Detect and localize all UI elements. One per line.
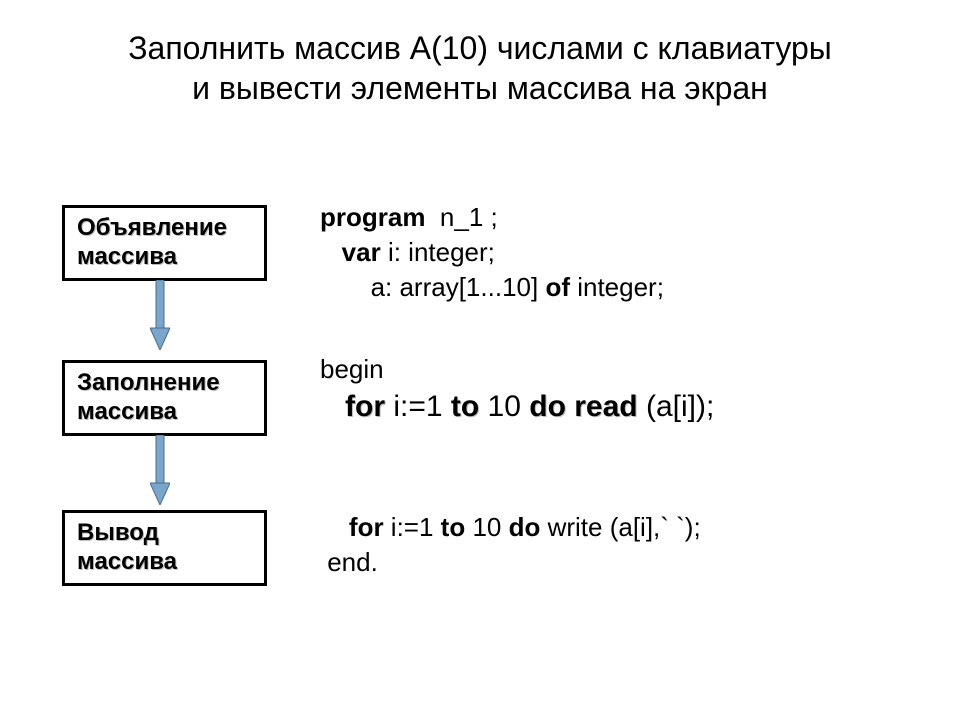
kw-var: var: [342, 237, 381, 267]
code2-tail: (a[i]);: [638, 390, 715, 423]
code1-t3: a: array[1...10]: [320, 272, 545, 302]
code3-t2: 10: [465, 512, 508, 542]
box3-line1: Вывод: [77, 519, 159, 546]
title-line-1: Заполнить массив А(10) числами с клавиат…: [128, 30, 832, 66]
kw-to-3: to: [441, 512, 466, 542]
box3-line2: массива: [77, 548, 177, 575]
box2-line1: Заполнение: [77, 369, 220, 396]
code-block-1: program n_1 ; var i: integer; a: array[1…: [320, 200, 664, 305]
code2-r1: i:=1: [385, 390, 451, 423]
box1-line1: Объявление: [77, 214, 227, 241]
arrow-down-1-icon: [150, 280, 170, 350]
box2-line2: массива: [77, 398, 177, 425]
kw-for-3: for: [349, 512, 384, 542]
box-output: Вывод массива: [62, 510, 267, 586]
box1-line2: массива: [77, 243, 177, 270]
code2-begin: begin: [320, 354, 384, 384]
code3-t3: write (a[i],` `);: [540, 512, 700, 542]
code3-pad: [320, 512, 349, 542]
kw-program: program: [320, 202, 425, 232]
box-declaration: Объявление массива: [62, 205, 267, 281]
kw-of: of: [545, 272, 570, 302]
code-block-2: begin for i:=1 to 10 do read (a[i]);: [320, 352, 714, 428]
code1-pad-var: [320, 237, 342, 267]
code1-t4: integer;: [570, 272, 664, 302]
code2-r2: 10: [479, 390, 529, 423]
code2-pad: [320, 390, 345, 423]
kw-do-read: do read: [529, 390, 637, 423]
slide-title: Заполнить массив А(10) числами с клавиат…: [0, 28, 960, 108]
arrow-down-2-icon: [150, 435, 170, 505]
code3-end: end.: [320, 547, 378, 577]
box-filling: Заполнение массива: [62, 360, 267, 436]
kw-for-2: for: [345, 390, 385, 423]
kw-to-2: to: [451, 390, 479, 423]
code1-t2: i: integer;: [381, 237, 495, 267]
code1-t1: n_1 ;: [425, 202, 497, 232]
code-block-3: for i:=1 to 10 do write (a[i],` `); end.: [320, 510, 701, 580]
title-line-2: и вывести элементы массива на экран: [192, 70, 768, 106]
kw-do-3: do: [509, 512, 541, 542]
code3-t1: i:=1: [384, 512, 441, 542]
